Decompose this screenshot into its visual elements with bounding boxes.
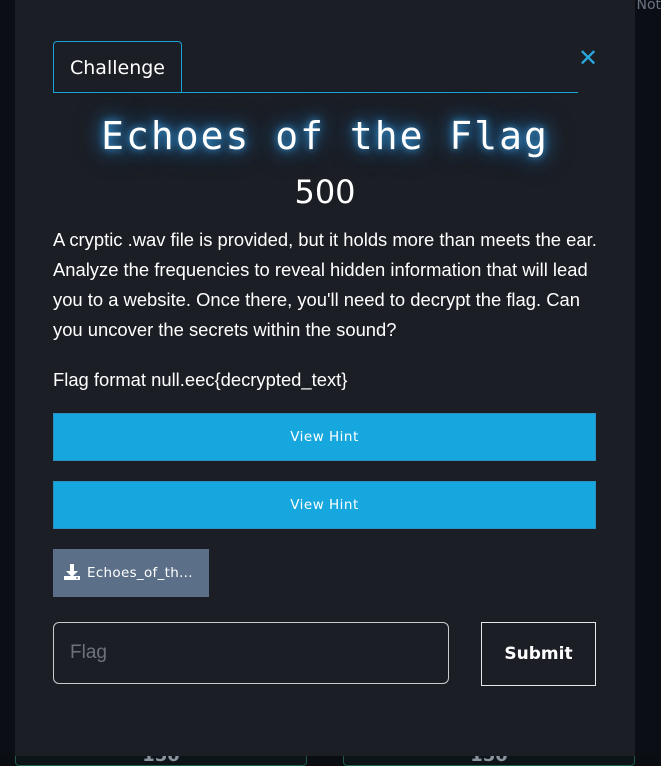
flag-format-text: Flag format null.eec{decrypted_text} xyxy=(53,369,348,390)
challenge-title: Echoes of the Flag xyxy=(101,114,549,158)
download-icon xyxy=(64,564,80,580)
view-hint-button[interactable]: View Hint xyxy=(53,413,596,461)
challenge-points: 500 xyxy=(294,173,356,211)
download-file-button[interactable]: Echoes_of_th... xyxy=(53,549,209,597)
modal-tab-bar: Challenge xyxy=(53,41,578,93)
view-hint-button[interactable]: View Hint xyxy=(53,481,596,529)
file-name-label: Echoes_of_th... xyxy=(87,565,193,581)
close-icon[interactable]: ✕ xyxy=(577,44,599,72)
background-corner-text: Not xyxy=(636,0,661,13)
tab-challenge[interactable]: Challenge xyxy=(53,41,182,92)
challenge-description: A cryptic .wav file is provided, but it … xyxy=(53,229,597,340)
challenge-modal: Challenge ✕ Echoes of the Flag 500 A cry… xyxy=(15,0,635,756)
flag-input[interactable] xyxy=(53,622,449,684)
submit-button[interactable]: Submit xyxy=(481,622,596,686)
